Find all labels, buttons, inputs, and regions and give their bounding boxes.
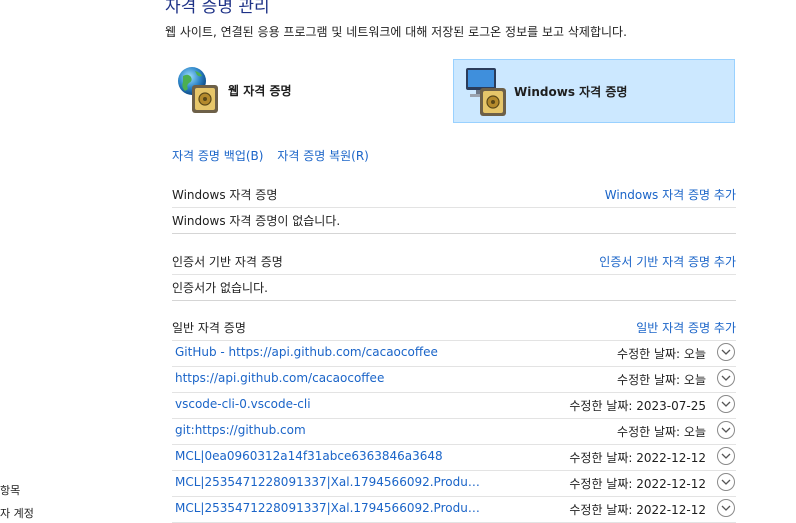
credential-row[interactable]: vscode-cli-0.vscode-cli 수정한 날짜: 2023-07-2… <box>172 392 736 419</box>
windows-credentials-tile[interactable]: Windows 자격 증명 <box>453 59 735 123</box>
credential-row[interactable]: MCL|2535471228091337|Xal.1794566092.Prod… <box>172 470 736 497</box>
credential-name[interactable]: GitHub - https://api.github.com/cacaocof… <box>175 345 438 359</box>
credential-modified-date: 수정한 날짜: 2022-12-12 <box>569 451 706 465</box>
credential-name[interactable]: MCL|0ea0960312a14f31abce6363846a3648 <box>175 449 443 463</box>
credential-name[interactable]: git:https://github.com <box>175 423 306 437</box>
sidebar-item[interactable]: 항목 <box>0 482 20 498</box>
windows-credentials-section-header: Windows 자격 증명 Windows 자격 증명 추가 <box>172 181 736 208</box>
certificate-credentials-empty: 인증서가 없습니다. <box>172 274 736 301</box>
credential-name[interactable]: MCL|2535471228091337|Xal.1794566092.Prod… <box>175 475 485 489</box>
add-windows-credential-link[interactable]: Windows 자격 증명 추가 <box>605 186 736 203</box>
generic-credentials-section-header: 일반 자격 증명 일반 자격 증명 추가 <box>172 314 736 341</box>
credential-modified-date: 수정한 날짜: 오늘 <box>617 347 706 361</box>
section-heading: 인증서 기반 자격 증명 <box>172 255 283 269</box>
windows-credentials-label: Windows 자격 증명 <box>514 85 628 99</box>
add-certificate-credential-link[interactable]: 인증서 기반 자격 증명 추가 <box>599 253 736 270</box>
expand-chevron-icon[interactable] <box>717 343 735 361</box>
empty-message: Windows 자격 증명이 없습니다. <box>172 214 341 228</box>
credential-name[interactable]: MCL|2535471228091337|Xal.1794566092.Prod… <box>175 501 485 515</box>
add-generic-credential-link[interactable]: 일반 자격 증명 추가 <box>636 319 736 336</box>
page-description: 웹 사이트, 연결된 응용 프로그램 및 네트워크에 대해 저장된 로그온 정보… <box>165 25 627 39</box>
backup-credentials-link[interactable]: 자격 증명 백업(B) <box>172 149 263 163</box>
credential-modified-date: 수정한 날짜: 2023-07-25 <box>569 399 706 413</box>
certificate-credentials-section-header: 인증서 기반 자격 증명 인증서 기반 자격 증명 추가 <box>172 248 736 275</box>
credential-modified-date: 수정한 날짜: 오늘 <box>617 425 706 439</box>
restore-credentials-link[interactable]: 자격 증명 복원(R) <box>277 149 369 163</box>
credential-row[interactable]: git:https://github.com 수정한 날짜: 오늘 <box>172 418 736 445</box>
section-heading: Windows 자격 증명 <box>172 188 278 202</box>
web-credentials-tile[interactable]: 웹 자격 증명 <box>172 59 432 123</box>
credential-modified-date: 수정한 날짜: 오늘 <box>617 373 706 387</box>
section-heading: 일반 자격 증명 <box>172 321 246 335</box>
credential-modified-date: 수정한 날짜: 2022-12-12 <box>569 503 706 517</box>
expand-chevron-icon[interactable] <box>717 473 735 491</box>
expand-chevron-icon[interactable] <box>717 369 735 387</box>
expand-chevron-icon[interactable] <box>717 499 735 517</box>
backup-restore-links: 자격 증명 백업(B) 자격 증명 복원(R) <box>172 147 379 164</box>
credential-modified-date: 수정한 날짜: 2022-12-12 <box>569 477 706 491</box>
credential-name[interactable]: vscode-cli-0.vscode-cli <box>175 397 311 411</box>
expand-chevron-icon[interactable] <box>717 421 735 439</box>
page-title: 자격 증명 관리 <box>165 0 270 17</box>
credential-name[interactable]: https://api.github.com/cacaocoffee <box>175 371 384 385</box>
expand-chevron-icon[interactable] <box>717 447 735 465</box>
web-credentials-label: 웹 자격 증명 <box>228 84 292 98</box>
credential-row[interactable]: https://api.github.com/cacaocoffee 수정한 날짜… <box>172 366 736 393</box>
empty-message: 인증서가 없습니다. <box>172 281 268 295</box>
web-credential-icon <box>176 65 224 118</box>
windows-credential-icon <box>462 66 512 121</box>
windows-credentials-empty: Windows 자격 증명이 없습니다. <box>172 207 736 234</box>
credential-row[interactable]: GitHub - https://api.github.com/cacaocof… <box>172 340 736 367</box>
expand-chevron-icon[interactable] <box>717 395 735 413</box>
credential-row[interactable]: MCL|0ea0960312a14f31abce6363846a3648 수정한 … <box>172 444 736 471</box>
